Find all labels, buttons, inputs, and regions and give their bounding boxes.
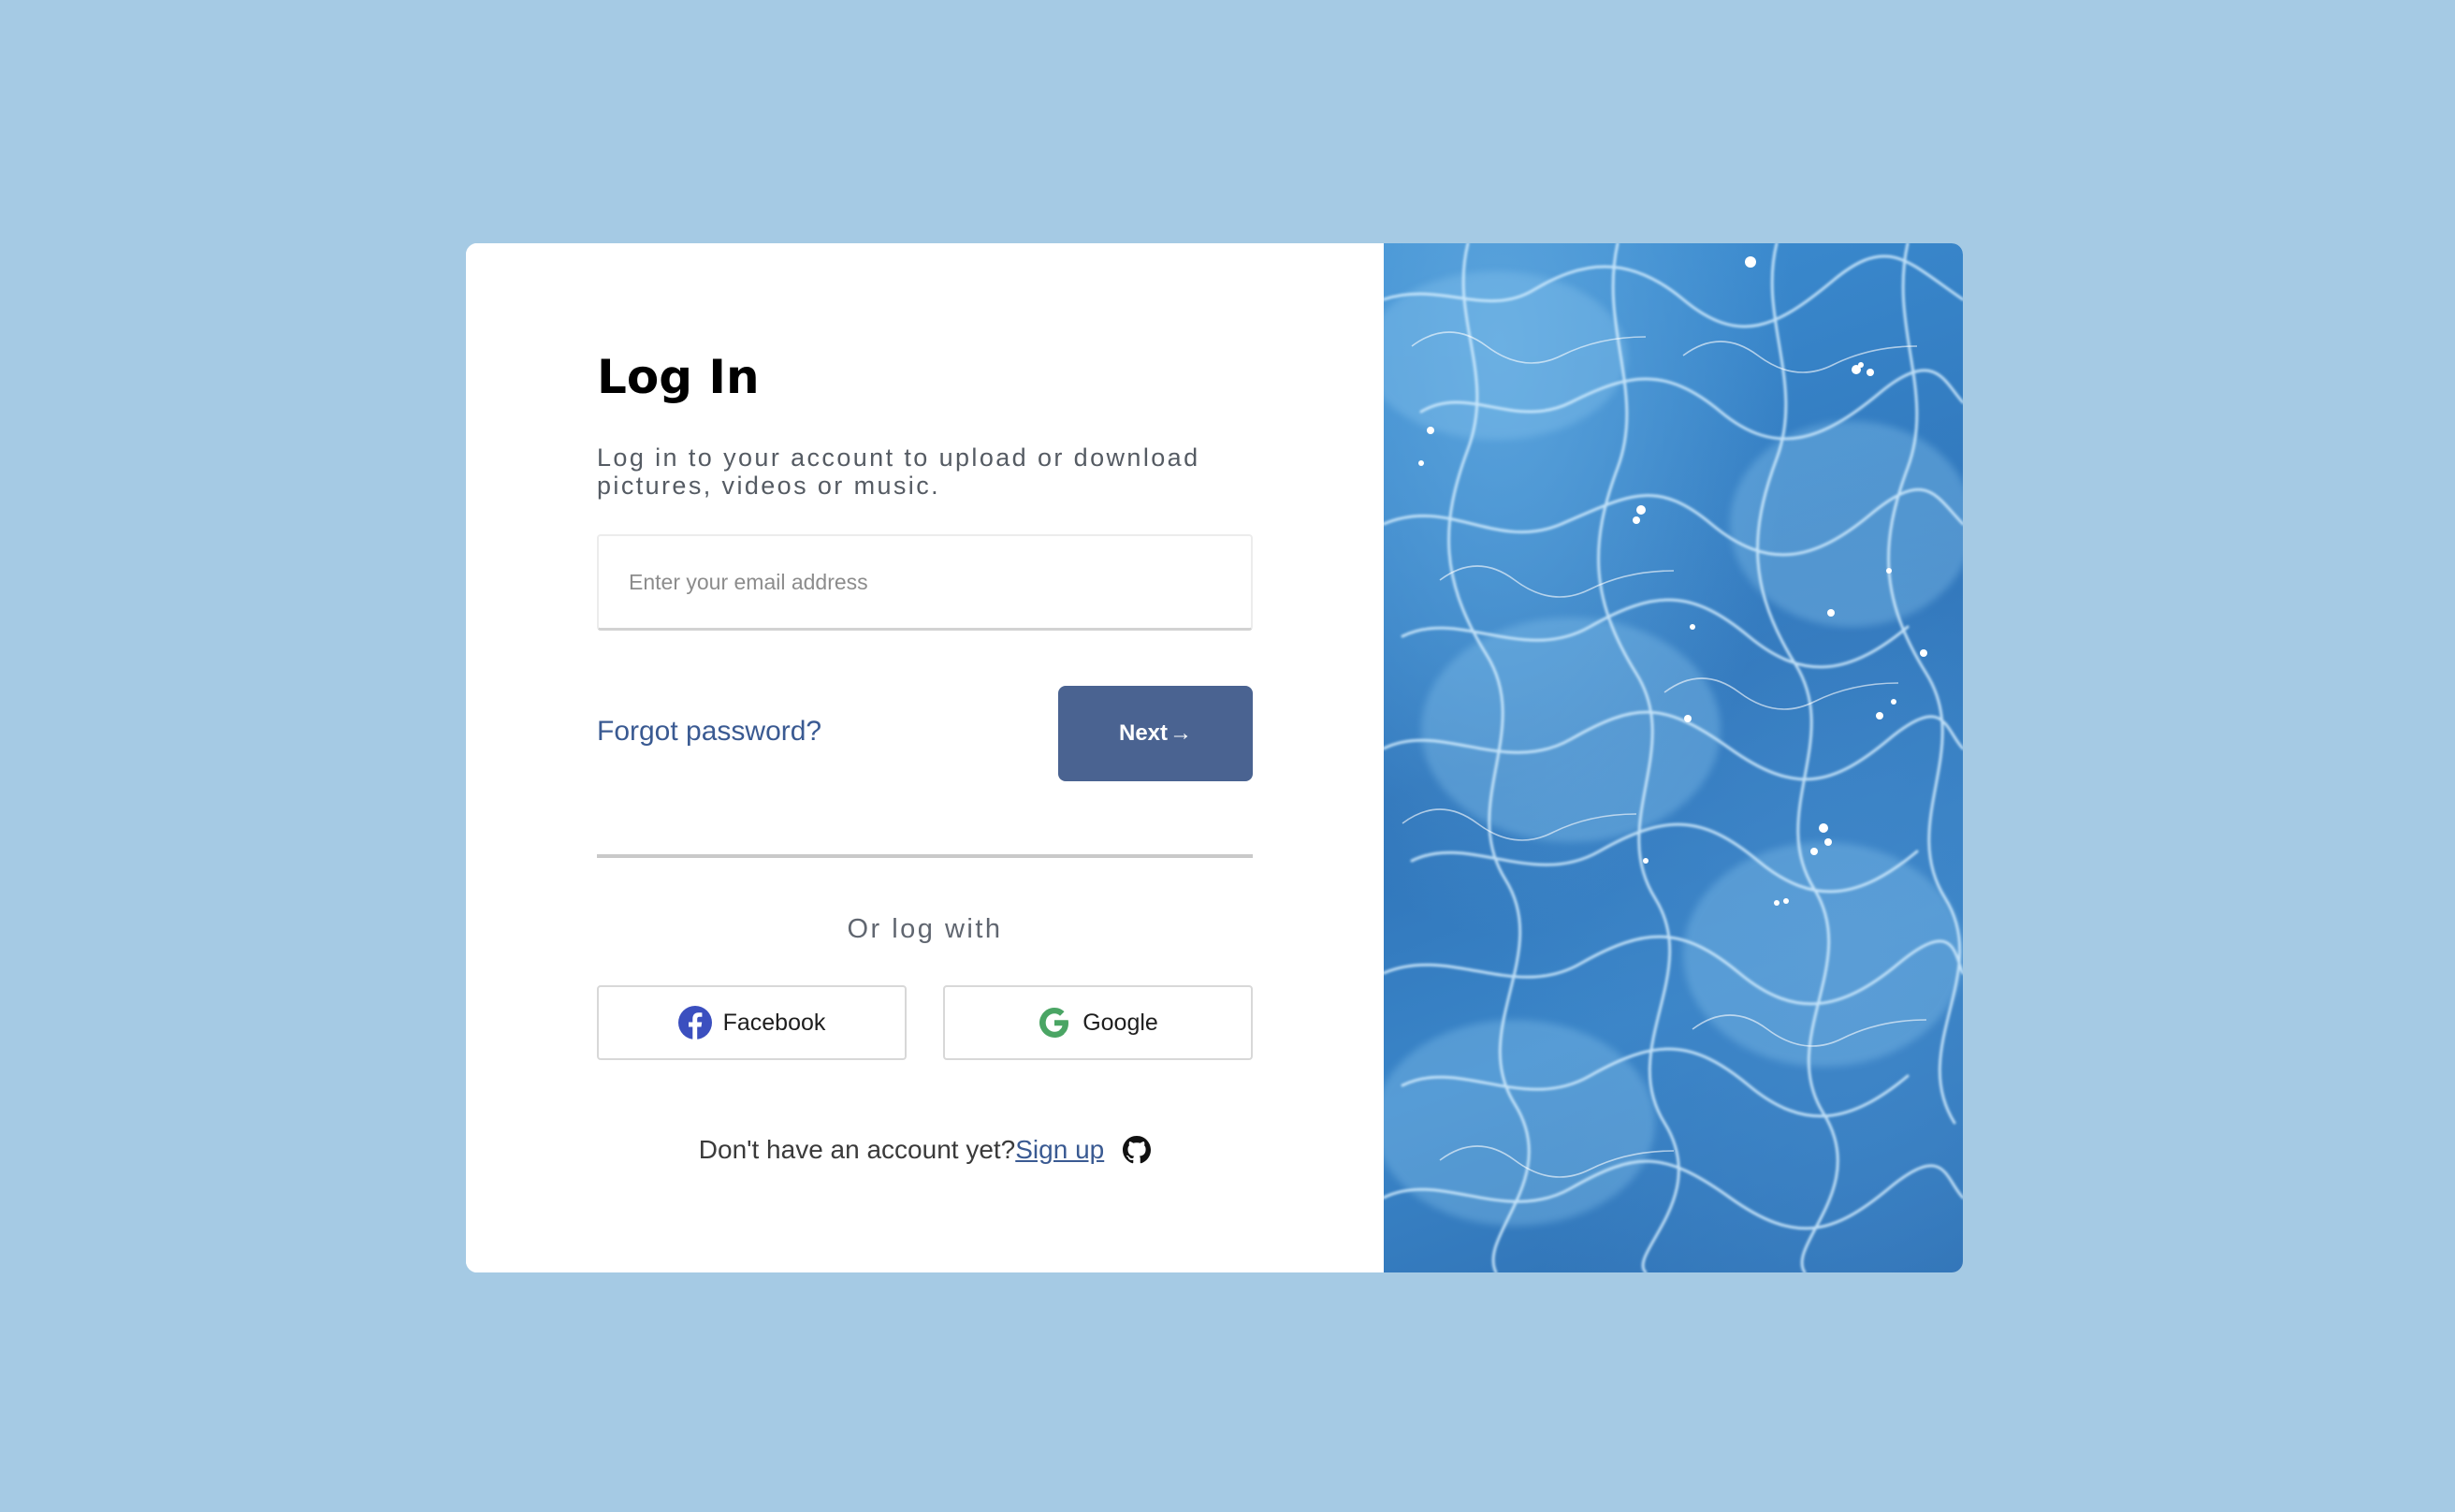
login-form-panel: Log In Log in to your account to upload … [466,243,1384,1272]
login-card: Log In Log in to your account to upload … [466,243,1963,1272]
arrow-right-icon: → [1169,720,1193,746]
next-button[interactable]: Next → [1058,686,1253,781]
facebook-login-button[interactable]: Facebook [597,985,907,1060]
github-icon[interactable] [1123,1136,1152,1164]
login-subtitle: Log in to your account to upload or down… [597,443,1200,500]
facebook-icon [677,1006,712,1040]
signup-row: Don't have an account yet? Sign up [597,1135,1253,1165]
divider [597,854,1253,858]
no-account-text: Don't have an account yet? [698,1135,1016,1164]
google-label: Google [1082,1009,1158,1036]
facebook-label: Facebook [722,1009,826,1036]
google-login-button[interactable]: Google [943,985,1253,1060]
actions-row: Forgot password? Next → [597,686,1253,781]
page-title: Log In [597,350,760,404]
social-login-row: Facebook Google [597,985,1253,1060]
email-field[interactable] [597,534,1253,631]
sign-up-link[interactable]: Sign up [1015,1135,1104,1165]
next-button-label: Next [1118,720,1169,746]
forgot-password-link[interactable]: Forgot password? [597,716,821,748]
or-log-with-label: Or log with [847,914,1003,944]
login-form: Log In Log in to your account to upload … [597,354,1253,1165]
water-caustics-image [1384,243,1963,1272]
google-icon [1038,1006,1071,1040]
